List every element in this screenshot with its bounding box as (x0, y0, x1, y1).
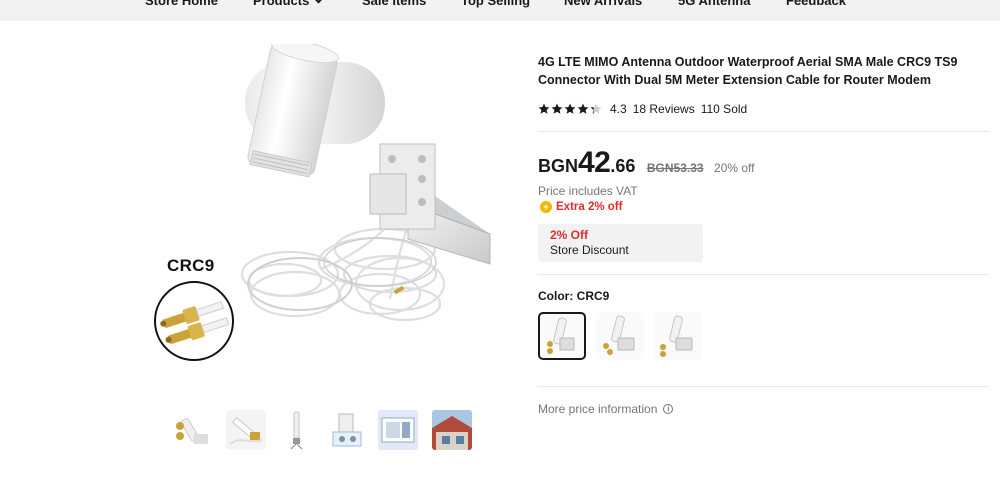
star-icon (590, 103, 602, 114)
color-label: Color: CRC9 (538, 289, 610, 303)
vat-note: Price includes VAT (538, 184, 638, 198)
star-icon (564, 103, 576, 114)
thumbnail-image (327, 410, 367, 450)
coin-icon (540, 201, 552, 213)
more-price-info-link[interactable]: More price information i (538, 402, 674, 416)
thumbnail-image (176, 418, 208, 444)
sold-count: 110 Sold (700, 102, 748, 116)
original-price: BGN53.33 (646, 161, 704, 175)
price-integer: 42 (578, 146, 611, 179)
extra-discount-label: Extra 2% off (556, 201, 623, 213)
nav-feedback[interactable]: Feedback (786, 0, 846, 8)
swatch-image (660, 315, 693, 357)
store-discount-label: Store Discount (550, 243, 629, 257)
thumbnail-5[interactable] (378, 410, 418, 450)
nav-5g-antenna[interactable]: 5G Antenna (678, 0, 750, 8)
thumbnail-3[interactable] (277, 410, 317, 450)
thumbnail-strip (172, 410, 477, 452)
price-row: BGN42.66 BGN53.33 20% off (538, 146, 755, 179)
thumbnail-image (432, 410, 472, 450)
reviews-link[interactable]: 18 Reviews (633, 102, 695, 116)
store-discount-percent: 2% Off (550, 228, 589, 242)
star-icon (577, 103, 589, 114)
more-price-info-label: More price information (538, 402, 658, 416)
thumbnail-image (378, 410, 418, 450)
crc9-connector-image (160, 300, 230, 345)
nav-store-home[interactable]: Store Home (145, 0, 218, 8)
nav-sale-items[interactable]: Sale Items (362, 0, 426, 8)
thumbnail-4[interactable] (327, 410, 367, 450)
extra-discount: Extra 2% off (540, 201, 622, 213)
color-option-1[interactable] (538, 312, 586, 360)
price-decimal: .66 (610, 156, 636, 176)
connector-closeup (154, 281, 234, 361)
divider (538, 386, 989, 387)
color-option-3[interactable] (654, 312, 702, 360)
discount-percent: 20% off (714, 161, 755, 175)
rating-value: 4.3 (610, 102, 627, 116)
star-icon (551, 103, 563, 114)
chevron-down-icon (313, 0, 324, 4)
thumbnail-6[interactable] (432, 410, 472, 450)
nav-products[interactable]: Products (253, 0, 324, 8)
connector-label: CRC9 (167, 256, 215, 275)
thumbnail-2[interactable] (226, 410, 266, 450)
star-icon (538, 103, 550, 114)
store-discount-card[interactable]: 2% Off Store Discount (538, 224, 703, 262)
divider (538, 131, 989, 132)
nav-products-label: Products (253, 0, 310, 8)
thumbnail-1[interactable] (172, 410, 212, 450)
nav-new-arrivals[interactable]: New Arrivals (564, 0, 642, 8)
swatch-image (547, 317, 575, 354)
info-icon: i (663, 404, 674, 414)
rating-row: 4.3 18 Reviews 110 Sold (538, 101, 747, 117)
color-option-2[interactable] (596, 312, 644, 360)
price-currency: BGN (538, 156, 578, 176)
divider (538, 274, 989, 275)
star-rating (538, 103, 603, 115)
product-title: 4G LTE MIMO Antenna Outdoor Waterproof A… (538, 55, 958, 87)
swatch-image (603, 315, 635, 355)
nav-top-selling[interactable]: Top Selling (461, 0, 530, 8)
thumbnail-image (290, 411, 303, 450)
thumbnail-image (226, 410, 266, 450)
store-nav: Store Home Products Sale Items Top Selli… (0, 0, 1000, 21)
